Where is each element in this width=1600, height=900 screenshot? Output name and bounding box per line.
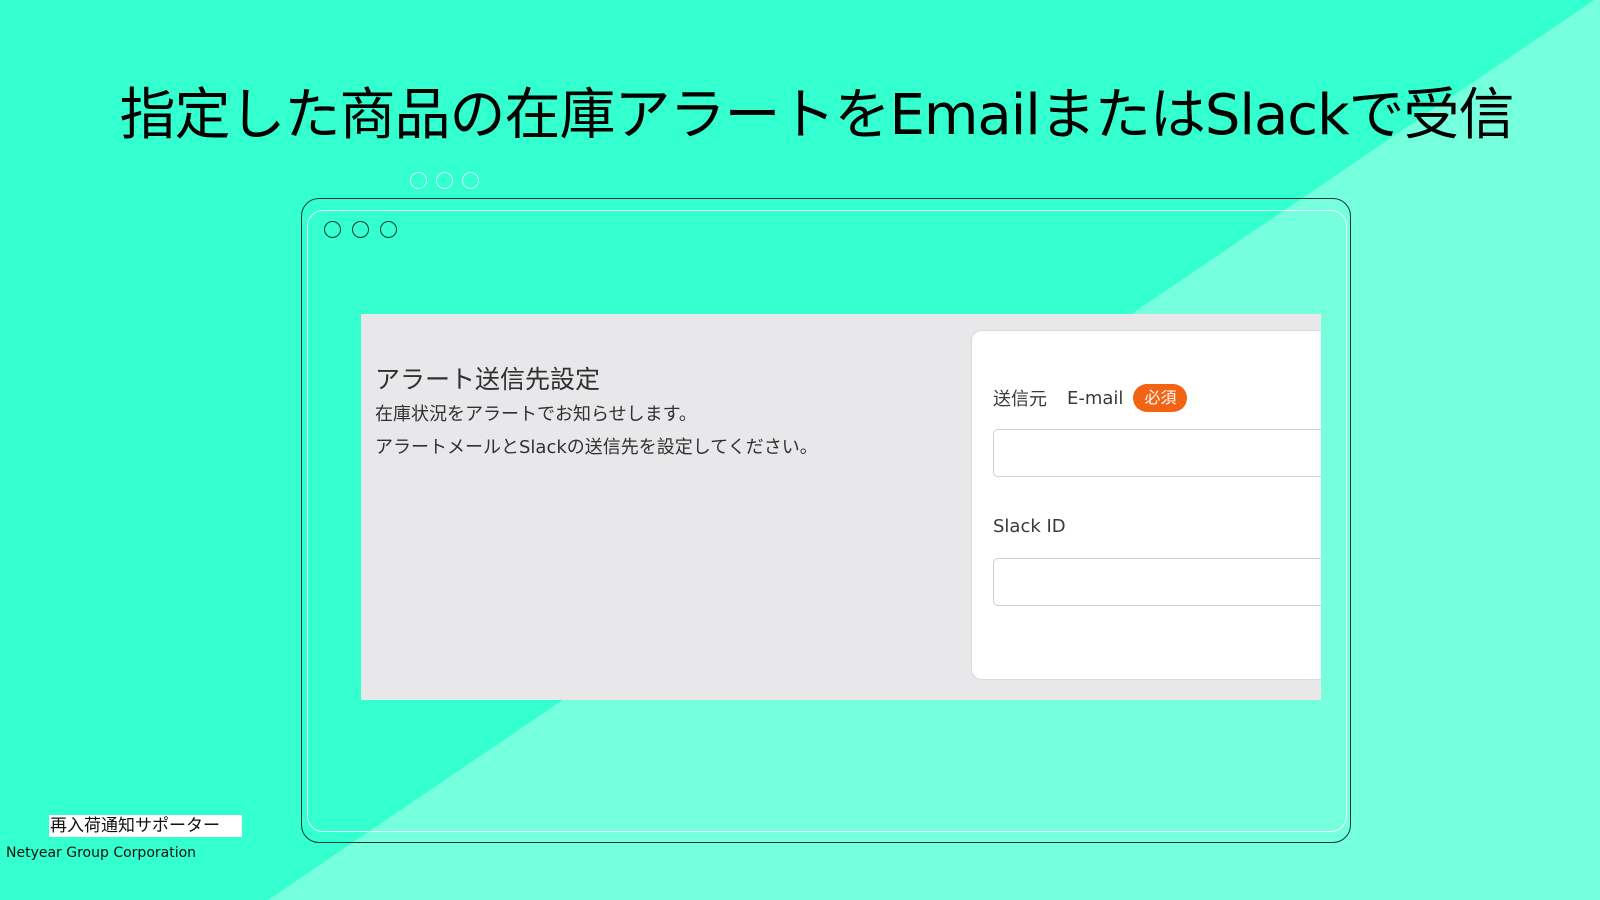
sender-email-input[interactable] xyxy=(993,429,1321,477)
window-close-dot-icon[interactable] xyxy=(324,221,341,238)
panel-title: アラート送信先設定 xyxy=(375,365,601,394)
window-dot-icon xyxy=(410,172,427,189)
email-label: E-mail xyxy=(1067,387,1124,409)
panel-description: 在庫状況をアラートでお知らせします。 アラートメールとSlackの送信先を設定し… xyxy=(375,398,818,464)
settings-form-card: 送信元 E-mail 必須 Slack ID xyxy=(972,331,1321,679)
window-minimize-dot-icon[interactable] xyxy=(352,221,369,238)
description-line: アラートメールとSlackの送信先を設定してください。 xyxy=(375,437,818,458)
window-controls xyxy=(324,221,397,238)
required-badge: 必須 xyxy=(1133,384,1188,412)
page-headline: 指定した商品の在庫アラートをEmailまたはSlackで受信 xyxy=(119,83,1514,148)
window-maximize-dot-icon[interactable] xyxy=(380,221,397,238)
description-line: 在庫状況をアラートでお知らせします。 xyxy=(375,404,697,425)
sender-email-label: 送信元 E-mail 必須 xyxy=(993,384,1188,412)
window-dot-icon xyxy=(436,172,453,189)
sender-label-prefix: 送信元 xyxy=(993,389,1047,410)
alert-settings-panel: アラート送信先設定 在庫状況をアラートでお知らせします。 アラートメールとSla… xyxy=(361,314,1321,700)
window-dot-icon xyxy=(462,172,479,189)
slack-id-label-text: Slack ID xyxy=(993,516,1066,537)
company-name: Netyear Group Corporation xyxy=(6,845,197,861)
app-name: 再入荷通知サポーター xyxy=(49,815,242,837)
slack-id-input[interactable] xyxy=(993,558,1321,606)
slack-id-label: Slack ID xyxy=(993,516,1066,537)
window-controls-outer xyxy=(410,172,479,189)
